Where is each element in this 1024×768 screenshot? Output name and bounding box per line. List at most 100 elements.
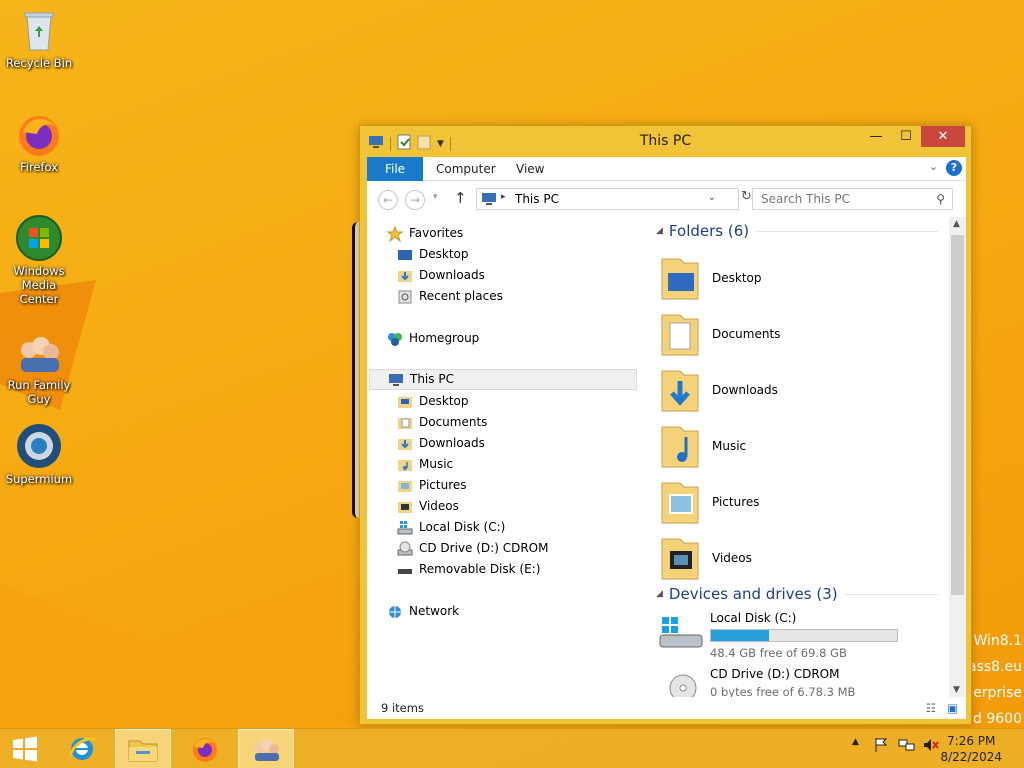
network-status-icon[interactable] — [898, 737, 916, 756]
nav-item-documents[interactable]: Documents — [397, 412, 487, 433]
music-folder-icon — [660, 423, 700, 469]
search-icon: ⚲ — [936, 192, 945, 206]
address-dropdown-icon[interactable]: ⌄ — [708, 192, 716, 203]
homegroup-icon — [387, 331, 403, 347]
up-arrow-icon[interactable]: ↑ — [454, 189, 467, 207]
nav-item-local-disk[interactable]: Local Disk (C:) — [397, 517, 505, 538]
scroll-up-icon[interactable]: ▲ — [953, 219, 960, 229]
drive-usage-fill — [711, 630, 769, 641]
desktop-icon-supermium[interactable]: Supermium — [1, 422, 77, 486]
taskbar-firefox[interactable] — [177, 729, 233, 768]
star-icon — [386, 225, 404, 242]
help-icon[interactable]: ? — [946, 160, 962, 176]
desktop-icon-recycle-bin[interactable]: Recycle Bin — [1, 6, 77, 70]
forward-arrow-icon: → — [409, 193, 421, 207]
cd-drive-icon — [397, 541, 413, 557]
firefox-icon — [15, 110, 63, 158]
videos-folder-icon — [660, 535, 700, 581]
search-input[interactable]: Search This PC ⚲ — [752, 188, 953, 210]
desktop-folder-icon — [660, 255, 700, 301]
drive-usage-bar — [710, 629, 898, 642]
nav-network[interactable]: Network — [387, 601, 459, 622]
supermium-icon — [15, 422, 63, 470]
folder-item[interactable]: Pictures — [660, 477, 760, 527]
this-pc-icon — [388, 372, 404, 388]
folder-item[interactable]: Downloads — [660, 365, 778, 415]
title-bar[interactable]: ▼ This PC — ☐ ✕ — [360, 126, 971, 157]
folder-item[interactable]: Desktop — [660, 253, 762, 303]
maximize-button[interactable]: ☐ — [891, 126, 921, 147]
address-bar[interactable]: ▸ This PC ⌄ — [476, 188, 739, 210]
large-icons-view-icon[interactable]: ▣ — [947, 697, 958, 719]
scroll-down-icon[interactable]: ▼ — [953, 685, 960, 695]
nav-item-downloads[interactable]: Downloads — [397, 265, 485, 286]
taskbar-clock[interactable]: 7:26 PM 8/22/2024 — [940, 733, 1002, 765]
back-button[interactable]: ← — [378, 190, 398, 210]
nav-item-removable-disk[interactable]: Removable Disk (E:) — [397, 559, 540, 580]
taskbar-internet-explorer[interactable] — [54, 729, 110, 768]
folders-group-header[interactable]: ◢ Folders (6) — [656, 222, 938, 240]
nav-item-desktop[interactable]: Desktop — [397, 244, 469, 265]
expand-ribbon-icon[interactable]: ⌄ — [929, 160, 938, 173]
action-center-flag-icon[interactable] — [873, 737, 889, 756]
scrollbar-thumb[interactable] — [951, 235, 964, 595]
breadcrumb-chevron-icon[interactable]: ▸ — [501, 192, 506, 202]
show-hidden-icons-icon[interactable]: ▲ — [852, 737, 859, 747]
folder-item[interactable]: Videos — [660, 533, 752, 583]
local-disk-icon — [397, 520, 413, 536]
minimize-button[interactable]: — — [861, 126, 891, 147]
start-button[interactable] — [0, 729, 50, 768]
close-button[interactable]: ✕ — [921, 126, 965, 147]
desktop-icon-windows-media-center[interactable]: Windows Media Center — [1, 214, 77, 306]
status-bar: 9 items ☷ ▣ — [367, 697, 966, 719]
drive-item[interactable]: CD Drive (D:) CDROM 0 bytes free of 6.78… — [658, 667, 928, 697]
nav-this-pc[interactable]: This PC — [369, 369, 637, 390]
collapse-chevron-icon: ◢ — [656, 226, 663, 236]
this-pc-icon — [481, 192, 497, 209]
pictures-folder-icon — [660, 479, 700, 525]
downloads-icon — [397, 268, 413, 284]
nav-item-desktop[interactable]: Desktop — [397, 391, 469, 412]
nav-homegroup[interactable]: Homegroup — [387, 328, 479, 349]
collapse-chevron-icon: ◢ — [656, 589, 663, 599]
cd-drive-icon — [669, 674, 697, 697]
tab-computer[interactable]: Computer — [436, 157, 496, 181]
family-guy-icon — [255, 739, 279, 761]
nav-item-pictures[interactable]: Pictures — [397, 475, 467, 496]
folder-item[interactable]: Music — [660, 421, 746, 471]
nav-item-music[interactable]: Music — [397, 454, 453, 475]
breadcrumb[interactable]: This PC — [515, 192, 559, 206]
taskbar: ▲ 7:26 PM 8/22/2024 — [0, 728, 1024, 768]
windows-media-center-icon — [15, 214, 63, 262]
wallpaper-shard — [0, 583, 360, 730]
volume-muted-icon[interactable] — [922, 737, 940, 756]
taskbar-family-guy[interactable] — [238, 729, 294, 768]
nav-item-videos[interactable]: Videos — [397, 496, 459, 517]
downloads-folder-icon — [660, 367, 700, 413]
folder-item[interactable]: Documents — [660, 309, 780, 359]
details-view-icon[interactable]: ☷ — [926, 697, 936, 719]
videos-folder-icon — [397, 499, 413, 515]
tab-file[interactable]: File — [367, 157, 423, 181]
nav-item-cd-drive[interactable]: CD Drive (D:) CDROM — [397, 538, 548, 559]
desktop-icon-firefox[interactable]: Firefox — [1, 110, 77, 174]
drive-item[interactable]: Local Disk (C:) 48.4 GB free of 69.8 GB — [658, 611, 928, 660]
item-count: 9 items — [381, 701, 424, 715]
taskbar-file-explorer[interactable] — [115, 729, 171, 768]
nav-item-downloads[interactable]: Downloads — [397, 433, 485, 454]
vertical-scrollbar[interactable]: ▲ ▼ — [949, 217, 966, 697]
refresh-icon[interactable]: ↻ — [741, 189, 752, 204]
navigation-pane: Favorites Desktop Downloads Recent place… — [367, 217, 639, 697]
forward-button[interactable]: → — [405, 190, 425, 210]
music-folder-icon — [397, 457, 413, 473]
nav-item-recent-places[interactable]: Recent places — [397, 286, 503, 307]
devices-group-header[interactable]: ◢ Devices and drives (3) — [656, 585, 938, 603]
tab-view[interactable]: View — [516, 157, 544, 181]
internet-explorer-icon — [68, 737, 96, 760]
explorer-window[interactable]: ▼ This PC — ☐ ✕ File Computer View ⌄ ? ←… — [359, 125, 972, 725]
desktop-folder-icon — [397, 394, 413, 410]
desktop-icon-run-family-guy[interactable]: Run Family Guy — [1, 328, 77, 406]
back-arrow-icon: ← — [382, 193, 394, 207]
nav-favorites[interactable]: Favorites — [386, 223, 463, 244]
recent-locations-icon[interactable]: ▾ — [433, 192, 438, 202]
